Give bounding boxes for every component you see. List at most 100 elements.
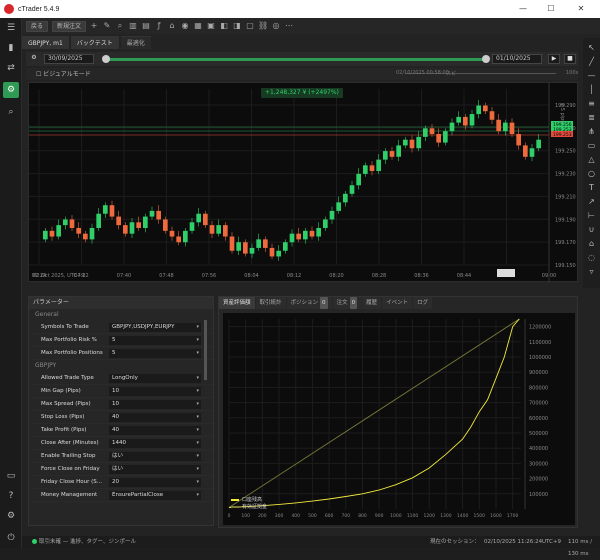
chevron-down-icon[interactable]: ▾ [196,489,199,502]
parameter-value[interactable]: 40 [109,426,201,435]
target-icon[interactable]: ◎ [271,21,281,31]
parameter-value[interactable]: 1440 [109,439,201,448]
ruler-tool-icon[interactable]: ⊢ [586,210,597,221]
visual-mode-toggle[interactable]: ☐ ビジュアルモード [36,69,91,78]
more-icon[interactable]: ⋯ [284,21,294,31]
tab-chart-symbol[interactable]: GBPJPY, m1 [22,36,69,49]
triangle-tool-icon[interactable]: △ [586,154,597,165]
trade-icon[interactable]: ▮ [3,40,19,56]
eye-icon[interactable]: ◉ [180,21,190,31]
price-chart[interactable]: 07:24 07:32 07:40 07:48 07:56 08:04 08:12 08:20… [28,82,578,283]
settings-icon[interactable]: ⚙ [3,508,19,524]
chevron-down-icon[interactable]: ▾ [196,476,199,489]
pitchfork-tool-icon[interactable]: ⋔ [586,126,597,137]
parameter-value[interactable]: 10 [109,387,201,396]
candle-body [223,225,228,237]
analyze-icon[interactable]: ⌕ [3,104,19,120]
results-tab[interactable]: 資産評価額 [219,297,255,309]
indicator-icon[interactable]: ƒ [154,21,164,31]
chevron-down-icon[interactable]: ▾ [196,347,199,360]
crosshair-icon[interactable]: + [89,21,99,31]
chart-type-icon[interactable]: ▥ [128,21,138,31]
play-button[interactable]: ▶ [548,54,560,64]
parameter-value[interactable]: EnsurePartialClose [109,491,201,500]
parameter-value[interactable]: 40 [109,413,201,422]
results-tab[interactable]: 取引統計 [255,297,286,309]
parameter-value[interactable]: 10 [109,400,201,409]
results-tab[interactable]: ポジション 0 [286,297,332,309]
bell-icon[interactable]: ⌂ [167,21,177,31]
chevron-down-icon[interactable]: ▾ [196,463,199,476]
chevron-down-icon[interactable]: ▾ [196,321,199,334]
power-icon[interactable]: ⏻ [3,530,19,546]
trash-tool-icon[interactable]: ▿ [586,266,597,277]
chevron-down-icon[interactable]: ▾ [196,437,199,450]
fib-tool-icon[interactable]: ≣ [586,112,597,123]
algo-icon[interactable]: ⚙ [3,82,19,98]
rectangle-tool-icon[interactable]: ▭ [586,140,597,151]
search-icon[interactable]: ⌕ [115,21,125,31]
settings-gear-icon[interactable]: ⚙ [28,54,40,64]
window-icon[interactable]: ▢ [245,21,255,31]
chevron-down-icon[interactable]: ▾ [196,372,199,385]
copy-icon[interactable]: ⇄ [3,60,19,76]
cursor-icon[interactable]: ↖ [586,42,597,53]
speed-value[interactable]: 100x [566,70,579,76]
start-date-field[interactable]: 30/09/2025 [44,54,94,64]
parameter-value[interactable]: はい [109,465,201,474]
split-icon[interactable]: ◨ [232,21,242,31]
layout-icon[interactable]: ▭ [3,468,19,484]
help-icon[interactable]: ? [3,488,19,504]
text-tool-icon[interactable]: T [586,182,597,193]
x-tick-label: 08:36 [414,273,428,279]
parameter-value[interactable]: 20 [109,478,201,487]
parameter-value[interactable]: LongOnly [109,374,201,383]
ellipse-tool-icon[interactable]: ○ [586,168,597,179]
menu-icon[interactable]: ☰ [3,20,19,36]
parameter-value[interactable]: はい [109,452,201,461]
minimize-button[interactable]: — [512,0,534,18]
lock-tool-icon[interactable]: ⌂ [586,238,597,249]
vline-tool-icon[interactable]: │ [586,84,597,95]
results-tab[interactable]: ログ [413,297,433,309]
results-tab[interactable]: 注文 0 [332,297,362,309]
chevron-down-icon[interactable]: ▾ [196,398,199,411]
y-tick-label: 1200000 [529,325,551,331]
parameter-value[interactable]: 5 [109,349,201,358]
range-end-handle[interactable] [482,55,490,63]
line-tool-icon[interactable]: ╱ [586,56,597,67]
end-date-field[interactable]: 01/10/2025 [492,54,542,64]
results-tab[interactable]: 履歴 [362,297,382,309]
tab-optimization[interactable]: 最適化 [120,36,151,49]
channel-tool-icon[interactable]: ≡ [586,98,597,109]
period-icon[interactable]: ▤ [141,21,151,31]
magnet-tool-icon[interactable]: ∪ [586,224,597,235]
stop-button[interactable]: ■ [564,54,576,64]
parameter-row: Stop Loss (Pips) 40 ▾ [29,411,213,424]
new-order-button[interactable]: 新規注文 [52,20,87,32]
chevron-down-icon[interactable]: ▾ [196,424,199,437]
tab-backtest[interactable]: バックテスト [70,36,119,49]
chevron-down-icon[interactable]: ▾ [196,334,199,347]
grid-icon[interactable]: ▦ [193,21,203,31]
chevron-down-icon[interactable]: ▾ [196,450,199,463]
hide-tool-icon[interactable]: ◌ [586,252,597,263]
camera-icon[interactable]: ▣ [206,21,216,31]
parameter-value[interactable]: GBPJPY,USDJPY,EURJPY [109,323,201,332]
range-start-handle[interactable] [102,55,110,63]
close-window-button[interactable]: ✕ [570,0,592,18]
back-button[interactable]: 戻る [26,20,49,32]
status-timezone[interactable]: UTC+9 [542,536,561,548]
maximize-button[interactable]: ☐ [540,0,562,18]
arrow-tool-icon[interactable]: ↗ [586,196,597,207]
chevron-down-icon[interactable]: ▾ [196,385,199,398]
hline-tool-icon[interactable]: — [586,70,597,81]
parameter-value[interactable]: 5 [109,336,201,345]
link-icon[interactable]: ⛓ [258,21,268,31]
app-window: cTrader 5.4.9 — ☐ ✕ ☰ ▮ ⇄ ⚙ ⌕ ▭ ? ⚙ ⏻ 戻る… [0,0,600,557]
results-tab[interactable]: イベント [382,297,413,309]
chevron-down-icon[interactable]: ▾ [196,411,199,424]
pen-icon[interactable]: ✎ [102,21,112,31]
parameters-scrollbar[interactable] [204,320,207,380]
layout-toggle-icon[interactable]: ◧ [219,21,229,31]
